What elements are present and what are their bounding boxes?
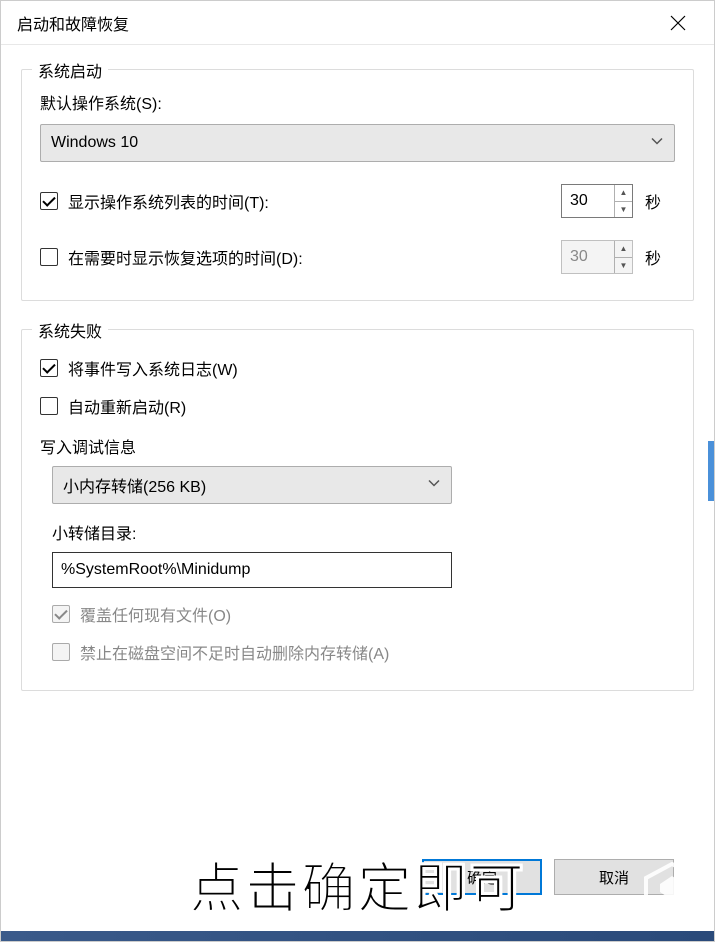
spinner-down-icon[interactable]: ▼ xyxy=(615,201,632,218)
dump-dir-label: 小转储目录: xyxy=(52,520,675,544)
default-os-value: Windows 10 xyxy=(51,134,138,152)
default-os-dropdown[interactable]: Windows 10 xyxy=(40,124,675,162)
prevent-delete-label: 禁止在磁盘空间不足时自动删除内存转储(A) xyxy=(80,640,675,664)
show-recovery-seconds-value: 30 xyxy=(562,248,614,266)
default-os-label: 默认操作系统(S): xyxy=(40,90,675,114)
auto-restart-label: 自动重新启动(R) xyxy=(68,394,675,418)
system-failure-group: 系统失败 将事件写入系统日志(W) 自动重新启动(R) 写入调试信息 小内存转储… xyxy=(21,329,694,691)
dump-dir-value: %SystemRoot%\Minidump xyxy=(61,561,250,579)
seconds-unit: 秒 xyxy=(645,189,675,213)
spinner-down-icon: ▼ xyxy=(615,257,632,274)
cancel-button[interactable]: 取消 xyxy=(554,859,674,895)
spinner-arrows: ▲ ▼ xyxy=(614,241,632,273)
auto-restart-checkbox[interactable] xyxy=(40,397,58,415)
right-edge-artifact xyxy=(708,441,714,501)
show-os-list-checkbox[interactable] xyxy=(40,192,58,210)
chevron-down-icon xyxy=(650,134,664,153)
chevron-down-icon xyxy=(427,476,441,495)
spinner-arrows: ▲ ▼ xyxy=(614,185,632,217)
system-startup-title: 系统启动 xyxy=(32,58,108,82)
dialog-title: 启动和故障恢复 xyxy=(17,11,658,35)
cancel-button-label: 取消 xyxy=(599,867,629,888)
ok-button[interactable]: 确定 xyxy=(422,859,542,895)
close-button[interactable] xyxy=(658,3,698,43)
show-os-list-seconds-value: 30 xyxy=(562,192,614,210)
close-icon xyxy=(670,15,686,31)
show-recovery-seconds-spinner: 30 ▲ ▼ xyxy=(561,240,633,274)
spinner-up-icon[interactable]: ▲ xyxy=(615,185,632,201)
write-event-checkbox[interactable] xyxy=(40,359,58,377)
system-startup-group: 系统启动 默认操作系统(S): Windows 10 显示操作系统列表的时间(T… xyxy=(21,69,694,301)
overwrite-label: 覆盖任何现有文件(O) xyxy=(80,602,675,626)
ok-button-label: 确定 xyxy=(467,867,497,888)
dump-dir-input[interactable]: %SystemRoot%\Minidump xyxy=(52,552,452,588)
overwrite-checkbox xyxy=(52,605,70,623)
system-failure-title: 系统失败 xyxy=(32,318,108,342)
startup-recovery-dialog: 启动和故障恢复 系统启动 默认操作系统(S): Windows 10 显示操作系… xyxy=(0,0,715,942)
spinner-up-icon: ▲ xyxy=(615,241,632,257)
show-os-list-seconds-spinner[interactable]: 30 ▲ ▼ xyxy=(561,184,633,218)
write-event-label: 将事件写入系统日志(W) xyxy=(68,356,675,380)
debug-info-value: 小内存转储(256 KB) xyxy=(63,473,206,497)
show-os-list-label: 显示操作系统列表的时间(T): xyxy=(68,189,561,213)
seconds-unit: 秒 xyxy=(645,245,675,269)
titlebar: 启动和故障恢复 xyxy=(1,1,714,45)
bottom-bar-artifact xyxy=(1,931,714,941)
show-recovery-checkbox[interactable] xyxy=(40,248,58,266)
dialog-content: 系统启动 默认操作系统(S): Windows 10 显示操作系统列表的时间(T… xyxy=(1,45,714,691)
debug-info-dropdown[interactable]: 小内存转储(256 KB) xyxy=(52,466,452,504)
button-row: 确定 取消 xyxy=(422,859,674,895)
prevent-delete-checkbox xyxy=(52,643,70,661)
show-recovery-label: 在需要时显示恢复选项的时间(D): xyxy=(68,245,561,269)
debug-info-label: 写入调试信息 xyxy=(40,434,675,458)
